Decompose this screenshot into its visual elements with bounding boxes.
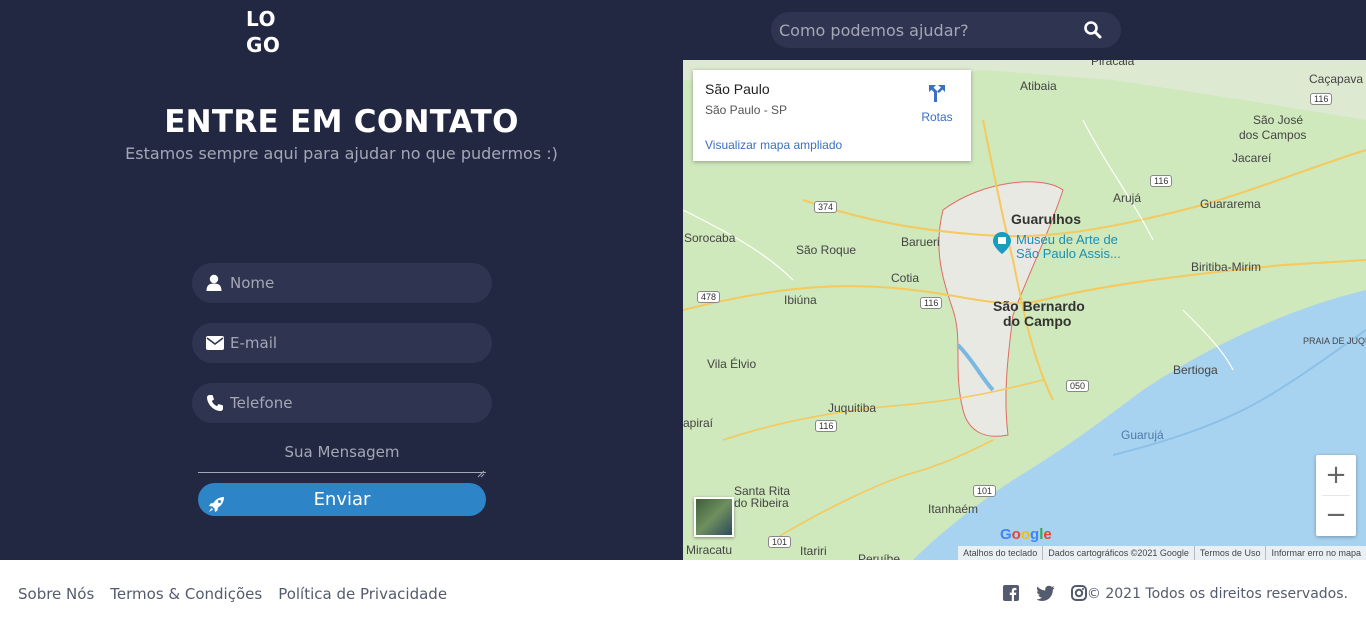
name-input[interactable]	[230, 263, 480, 303]
map-attribution: Atalhos do teclado Dados cartográficos ©…	[958, 546, 1366, 560]
map-label-jacarei: Jacareí	[1232, 151, 1272, 165]
map-label-sorocaba: Sorocaba	[684, 231, 736, 245]
embedded-map[interactable]: Piracaia Caçapava Atibaia São José dos C…	[683, 60, 1366, 560]
directions-icon	[929, 85, 945, 102]
phone-field	[192, 383, 492, 423]
map-label-museu-2: São Paulo Assis...	[1016, 246, 1121, 261]
contact-section: LO GO ENTRE EM CONTATO Estamos sempre aq…	[0, 0, 1366, 560]
zoom-divider	[1322, 495, 1350, 496]
user-icon	[206, 274, 224, 292]
road-shield: 374	[814, 201, 838, 213]
map-label-miracatu: Miracatu	[686, 543, 733, 557]
zoom-controls: + −	[1316, 455, 1356, 536]
footer-link-privacy[interactable]: Política de Privacidade	[278, 585, 447, 603]
logo-line-1: LO	[246, 7, 277, 31]
map-label-cacapava: Caçapava	[1309, 72, 1364, 86]
email-field	[192, 323, 492, 363]
map-label-vila-elvio: Vila Élvio	[707, 357, 757, 371]
map-label-aruja: Arujá	[1113, 191, 1142, 205]
place-name: São Paulo	[705, 81, 770, 97]
page-title: ENTRE EM CONTATO	[164, 104, 519, 140]
report-error-link[interactable]: Informar erro no mapa	[1265, 546, 1366, 560]
map-label-itariri: Itariri	[800, 544, 827, 558]
logo-line-2: GO	[246, 33, 281, 57]
road-shield: 116	[815, 420, 838, 432]
map-label-itanhaem: Itanhaém	[928, 502, 979, 516]
message-textarea[interactable]	[198, 436, 486, 472]
zoom-out-button[interactable]: −	[1316, 495, 1356, 535]
road-shield: 116	[1310, 93, 1333, 105]
road-shield: 101	[973, 485, 997, 497]
map-label-santa-rita-2: do Ribeira	[734, 496, 789, 510]
map-label-guararema: Guararema	[1200, 197, 1261, 211]
send-button[interactable]: Enviar	[198, 483, 486, 516]
footer-link-about[interactable]: Sobre Nós	[18, 585, 94, 603]
directions-label: Rotas	[921, 110, 953, 124]
road-shield: 116	[1150, 175, 1173, 187]
social-links	[1003, 585, 1089, 603]
message-field	[198, 436, 486, 478]
map-label-guaruja: Guarujá	[1121, 428, 1164, 442]
map-label-museu-1: Museu de Arte de	[1016, 232, 1118, 247]
send-label: Enviar	[313, 489, 371, 510]
search-icon[interactable]	[1083, 20, 1103, 40]
footer: Sobre Nós Termos & Condições Política de…	[0, 560, 1366, 625]
map-label-peruibe: Peruíbe	[858, 552, 901, 560]
envelope-icon	[206, 334, 224, 352]
logo[interactable]: LO GO	[246, 6, 280, 58]
map-label-guarulhos: Guarulhos	[1011, 211, 1082, 227]
map-label-apirai: apiraí	[683, 416, 714, 430]
directions-button[interactable]: Rotas	[915, 82, 959, 124]
email-input[interactable]	[230, 323, 480, 363]
road-shield: 116	[920, 297, 943, 309]
facebook-icon[interactable]	[1003, 585, 1021, 603]
page-subtitle: Estamos sempre aqui para ajudar no que p…	[125, 144, 558, 163]
zoom-in-button[interactable]: +	[1316, 455, 1356, 495]
map-label-barueri: Barueri	[901, 235, 940, 249]
search-input[interactable]	[771, 12, 1071, 48]
map-label-piracaia: Piracaia	[1091, 60, 1135, 68]
search-bar	[771, 12, 1121, 48]
road-shield: 050	[1066, 380, 1090, 392]
map-info-card: São Paulo São Paulo - SP Visualizar mapa…	[693, 70, 971, 161]
map-label-ibiuna: Ibiúna	[784, 293, 817, 307]
copyright-text: © 2021 Todos os direitos reservados.	[1086, 586, 1348, 602]
terms-of-use-link[interactable]: Termos de Uso	[1193, 546, 1266, 560]
map-label-biritiba: Biritiba-Mirim	[1191, 260, 1261, 274]
map-label-praia: PRAIA DE JUQU	[1303, 336, 1366, 346]
view-larger-map-link[interactable]: Visualizar mapa ampliado	[705, 138, 842, 152]
google-logo: Google	[1000, 526, 1052, 543]
map-data-credit: Dados cartográficos ©2021 Google	[1042, 546, 1194, 560]
resize-handle-icon[interactable]	[477, 463, 485, 478]
map-label-sbc-1: São Bernardo	[993, 298, 1085, 314]
map-label-sjc-2: dos Campos	[1239, 128, 1307, 142]
keyboard-shortcuts-link[interactable]: Atalhos do teclado	[958, 546, 1042, 560]
road-shield: 101	[768, 536, 792, 548]
phone-icon	[206, 394, 224, 412]
footer-links: Sobre Nós Termos & Condições Política de…	[18, 585, 447, 603]
map-label-sjc-1: São José	[1253, 113, 1304, 127]
map-label-atibaia: Atibaia	[1020, 79, 1057, 93]
rocket-icon	[208, 491, 225, 512]
road-shield: 478	[697, 291, 721, 303]
museum-pin-icon[interactable]	[993, 232, 1011, 254]
map-label-juquitiba: Juquitiba	[828, 401, 877, 415]
place-address: São Paulo - SP	[705, 103, 788, 117]
name-field	[192, 263, 492, 303]
twitter-icon[interactable]	[1036, 585, 1055, 603]
phone-input[interactable]	[230, 383, 480, 423]
map-label-sao-roque: São Roque	[796, 243, 857, 257]
map-label-sbc-2: do Campo	[1003, 313, 1072, 329]
map-label-cotia: Cotia	[891, 271, 920, 285]
satellite-view-toggle[interactable]	[694, 497, 734, 537]
map-label-bertioga: Bertioga	[1173, 363, 1218, 377]
footer-link-terms[interactable]: Termos & Condições	[110, 585, 262, 603]
